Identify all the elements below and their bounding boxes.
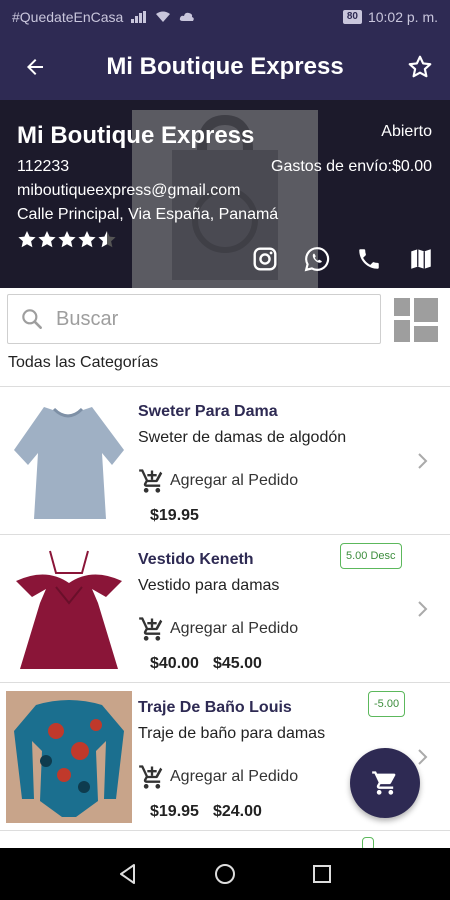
app-bar: Mi Boutique Express [0, 34, 450, 100]
phone-icon [359, 249, 379, 269]
signal-icon [131, 11, 147, 23]
add-to-order-button[interactable]: Agregar al Pedido [138, 763, 298, 791]
status-hashtag: #QuedateEnCasa [12, 9, 124, 25]
product-description: Traje de baño para damas [138, 725, 326, 742]
product-name: Vestido Keneth [138, 551, 254, 568]
product-image-sweater [6, 395, 132, 527]
whatsapp-button[interactable] [304, 246, 330, 277]
product-price: $19.95 [150, 803, 199, 820]
product-old-price: $45.00 [212, 655, 262, 672]
back-arrow-icon [27, 59, 43, 75]
store-rating [17, 230, 117, 256]
product-prices: $40.00 $45.00 [150, 655, 262, 673]
store-code: 112233 [17, 158, 70, 175]
instagram-button[interactable] [252, 246, 278, 277]
add-to-cart-icon [139, 617, 163, 641]
map-button[interactable] [408, 246, 434, 277]
search-input[interactable] [56, 307, 356, 331]
nav-recents-icon[interactable] [311, 863, 333, 885]
add-to-order-label: Agregar al Pedido [170, 620, 299, 637]
whatsapp-icon [304, 247, 330, 272]
store-contact-icons [252, 246, 434, 277]
back-button[interactable] [0, 55, 70, 79]
page-title: Mi Boutique Express [106, 53, 344, 80]
store-address: Calle Principal, Via España, Panamá [17, 206, 279, 223]
phone-button[interactable] [356, 246, 382, 277]
product-name: Traje De Baño Louis [138, 699, 292, 716]
product-image-swimsuit [6, 691, 132, 823]
discount-badge: -5.00 [368, 691, 406, 717]
status-bar: #QuedateEnCasa 80 10:02 p. m. [0, 0, 450, 34]
cloud-icon [180, 12, 195, 21]
store-header: Mi Boutique Express Abierto 112233 Gasto… [0, 100, 450, 288]
category-selector[interactable]: Todas las Categorías [8, 354, 158, 372]
add-to-order-label: Agregar al Pedido [170, 472, 299, 489]
add-to-cart-icon [139, 469, 163, 493]
search-box [7, 294, 381, 344]
battery-indicator: 80 [342, 10, 362, 24]
cart-icon [372, 771, 396, 795]
instagram-icon [253, 247, 277, 271]
product-description: Vestido para damas [138, 577, 280, 594]
star-outline-icon [408, 55, 432, 78]
product-item[interactable]: Vestido Keneth 5.00 Desc Vestido para da… [0, 534, 450, 682]
product-old-price: $24.00 [212, 803, 262, 820]
status-time: 10:02 p. m. [367, 9, 438, 25]
product-description: Sweter de damas de algodón [138, 429, 347, 446]
chevron-right-icon [418, 749, 428, 765]
search-row [0, 288, 450, 350]
search-icon [8, 306, 56, 332]
shipping-cost: Gastos de envío:$0.00 [271, 158, 432, 175]
chevron-right-icon [418, 601, 428, 617]
add-to-order-button[interactable]: Agregar al Pedido [138, 615, 298, 643]
product-prices: $19.95 $24.00 [150, 803, 262, 821]
product-name: Sweter Para Dama [138, 403, 278, 420]
discount-badge: 5.00 Desc [340, 543, 402, 569]
wifi-icon [156, 11, 171, 22]
nav-home-icon[interactable] [214, 863, 236, 885]
store-name: Mi Boutique Express [17, 122, 255, 149]
chevron-right-icon [418, 453, 428, 469]
add-to-order-label: Agregar al Pedido [170, 768, 299, 785]
system-nav-bar [0, 848, 450, 900]
product-price: $19.95 [150, 507, 199, 524]
add-to-order-button[interactable]: Agregar al Pedido [138, 467, 298, 495]
product-price: $40.00 [150, 655, 199, 672]
store-open-status: Abierto [381, 123, 432, 140]
map-icon [411, 249, 431, 269]
grid-view-toggle[interactable] [394, 298, 438, 342]
product-prices: $19.95 [150, 507, 199, 525]
grid-view-icon [394, 298, 438, 342]
nav-back-icon[interactable] [117, 863, 139, 885]
add-to-cart-icon [139, 765, 163, 789]
favorite-button[interactable] [390, 54, 450, 80]
product-item[interactable]: Sweter Para Dama Sweter de damas de algo… [0, 386, 450, 534]
rating-stars-icon [18, 231, 116, 248]
cart-button[interactable] [350, 748, 420, 818]
product-image-dress [6, 543, 132, 675]
store-email: miboutiqueexpress@gmail.com [17, 182, 241, 199]
